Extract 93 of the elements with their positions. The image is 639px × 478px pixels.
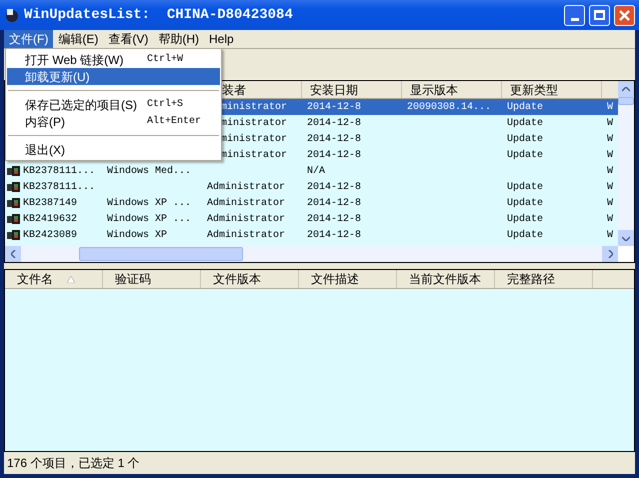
table-row[interactable]: KB2423089 Windows XP Administrator 2014-12-8 Update W xyxy=(5,227,618,243)
table-cell-text: KB2378111... xyxy=(23,180,96,194)
table-cell-text: Update xyxy=(507,212,544,226)
table-cell-text: 2014-12-8 xyxy=(307,228,362,242)
column-header[interactable]: 更新类型 xyxy=(510,80,558,98)
scroll-down-button[interactable] xyxy=(618,230,634,246)
table-cell-text: Administrator xyxy=(207,180,286,194)
table-cell-text: 2014-12-8 xyxy=(307,212,362,226)
scroll-thumb[interactable] xyxy=(618,97,634,105)
column-header[interactable]: 显示版本 xyxy=(410,80,458,98)
table-cell-text: Update xyxy=(507,100,544,114)
table-cell-text: Update xyxy=(507,196,544,210)
table-cell-text: ministrator xyxy=(221,116,288,130)
package-icon xyxy=(7,181,21,193)
maximize-button[interactable] xyxy=(589,4,610,26)
column-header[interactable]: 当前文件版本 xyxy=(409,270,481,288)
package-icon xyxy=(7,213,21,225)
menu-item[interactable]: 编辑(E) xyxy=(53,30,104,48)
table-cell-text: W xyxy=(607,212,614,226)
table-cell-text: Update xyxy=(507,180,544,194)
table-cell-text: KB2423089 xyxy=(23,228,78,242)
table-cell-text: Update xyxy=(507,116,544,130)
table-cell-text: 20090308.14... xyxy=(407,100,492,114)
menu-item[interactable]: 文件(F) xyxy=(4,30,54,48)
menu-option[interactable]: 退出(X) xyxy=(7,141,220,158)
minimize-button[interactable] xyxy=(564,4,585,26)
package-icon xyxy=(7,165,21,177)
menu-option[interactable]: 打开 Web 链接(W) Ctrl+W xyxy=(7,51,220,68)
table-cell-text: 2014-12-8 xyxy=(307,196,362,210)
sort-arrow-icon xyxy=(67,276,75,282)
table-cell-text: 2014-12-8 xyxy=(307,116,362,130)
status-text: 176 个项目，已选定 1 个 xyxy=(7,455,140,472)
table-row[interactable]: KB2378111... Windows Med... N/A W xyxy=(5,163,618,179)
table-cell-text: W xyxy=(607,116,614,130)
table-cell-text: Update xyxy=(507,132,544,146)
close-icon xyxy=(619,10,630,20)
column-header[interactable]: 验证码 xyxy=(115,270,151,288)
scroll-right-button[interactable] xyxy=(602,246,618,262)
vertical-scrollbar[interactable] xyxy=(618,81,634,246)
table-cell-text: W xyxy=(607,196,614,210)
table-cell-text: W xyxy=(607,180,614,194)
package-icon xyxy=(7,229,21,241)
menu-option[interactable]: 卸载更新(U) xyxy=(7,68,220,85)
menu-item[interactable]: 帮助(H) xyxy=(153,30,204,48)
table-cell-text: 2014-12-8 xyxy=(307,180,362,194)
table-cell-text: Windows Med... xyxy=(107,164,192,178)
scroll-up-button[interactable] xyxy=(618,81,634,97)
table-cell-text: ministrator xyxy=(221,100,288,114)
table-cell-text: KB2378111... xyxy=(23,164,96,178)
table-row[interactable]: KB2378111... Administrator 2014-12-8 Update W xyxy=(5,179,618,195)
column-header[interactable]: 文件名 xyxy=(17,270,53,288)
menu-option[interactable]: 保存已选定的项目(S) Ctrl+S xyxy=(7,96,220,113)
scroll-thumb[interactable] xyxy=(79,247,243,261)
scroll-up-icon xyxy=(622,86,630,92)
scroll-down-icon xyxy=(622,236,630,240)
app-icon xyxy=(4,7,20,23)
horizontal-scrollbar[interactable] xyxy=(5,246,618,262)
scroll-right-icon xyxy=(608,250,612,258)
scroll-left-icon xyxy=(10,250,16,258)
table-cell-text: W xyxy=(607,132,614,146)
menu-option[interactable]: 内容(P) Alt+Enter xyxy=(7,113,220,130)
table-cell-text: W xyxy=(607,164,614,178)
column-header[interactable]: 安装日期 xyxy=(310,80,358,98)
menu-item[interactable]: Help xyxy=(204,30,239,48)
table-cell-text: W xyxy=(607,228,614,242)
table-cell-text: KB2419632 xyxy=(23,212,78,226)
table-cell-text: KB2387149 xyxy=(23,196,78,210)
table-row[interactable]: KB2387149 Windows XP ... Administrator 2014-12-8 Update W xyxy=(5,195,618,211)
column-header[interactable]: 完整路径 xyxy=(507,270,555,288)
column-header[interactable]: 文件版本 xyxy=(213,270,261,288)
table-cell-text: Administrator xyxy=(207,228,286,242)
column-header[interactable]: 文件描述 xyxy=(311,270,359,288)
package-icon xyxy=(7,197,21,209)
window-title: WinUpdatesList: CHINA-D80423084 xyxy=(24,6,294,24)
table-cell-text: 2014-12-8 xyxy=(307,148,362,162)
table-cell-text: Windows XP ... xyxy=(107,196,192,210)
table-cell-text: ministrator xyxy=(221,148,288,162)
table-cell-text: Update xyxy=(507,148,544,162)
table-cell-text: N/A xyxy=(307,164,326,178)
table-cell-text: Administrator xyxy=(207,196,286,210)
table-cell-text: 2014-12-8 xyxy=(307,132,362,146)
table-cell-text: Update xyxy=(507,228,544,242)
table-cell-text: Windows XP xyxy=(107,228,168,242)
close-button[interactable] xyxy=(614,4,635,26)
column-header[interactable]: 装者 xyxy=(222,80,246,98)
menu-item[interactable]: 查看(V) xyxy=(103,30,154,48)
table-row[interactable]: KB2419632 Windows XP ... Administrator 2014-12-8 Update W xyxy=(5,211,618,227)
table-cell-text: 2014-12-8 xyxy=(307,100,362,114)
table-cell-text: W xyxy=(607,100,614,114)
table-cell-text: Windows XP ... xyxy=(107,212,192,226)
table-cell-text: W xyxy=(607,148,614,162)
table-cell-text: ministrator xyxy=(221,132,288,146)
table-cell-text: Administrator xyxy=(207,212,286,226)
